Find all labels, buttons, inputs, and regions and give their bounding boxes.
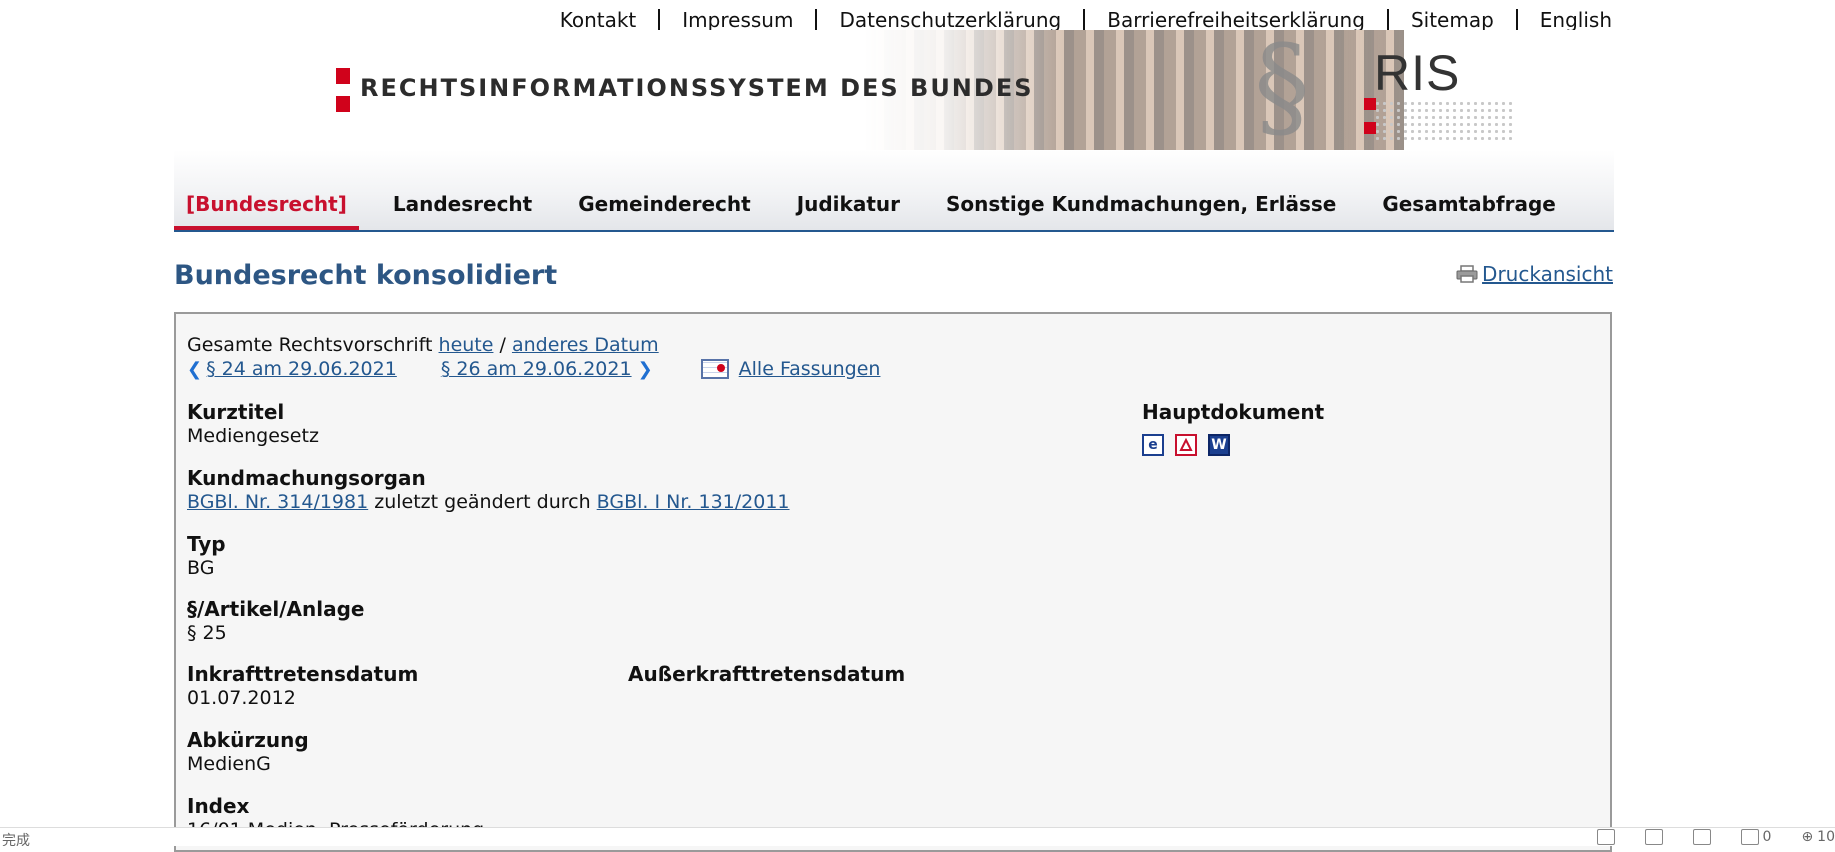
typ-value: BG bbox=[187, 557, 215, 579]
status-icons: 0 ⊕ 10 bbox=[1596, 829, 1835, 845]
kurztitel-label: Kurztitel bbox=[187, 400, 285, 424]
typ-label: Typ bbox=[187, 532, 226, 556]
counter-value: 0 bbox=[1762, 829, 1772, 845]
printer-icon bbox=[1456, 265, 1478, 283]
site-title: RECHTSINFORMATIONSSYSTEM DES BUNDES bbox=[360, 74, 1034, 102]
tab-judikatur[interactable]: Judikatur bbox=[785, 190, 912, 230]
top-links: Kontakt Impressum Datenschutzerklärung B… bbox=[538, 8, 1612, 32]
red-square-mark bbox=[336, 68, 350, 84]
gesamte-prefix: Gesamte Rechtsvorschrift bbox=[187, 334, 433, 356]
tab-gemeinderecht[interactable]: Gemeinderecht bbox=[566, 190, 762, 230]
heute-link[interactable]: heute bbox=[439, 334, 494, 356]
print-view-label[interactable]: Druckansicht bbox=[1482, 262, 1613, 286]
print-icon[interactable] bbox=[1692, 829, 1711, 845]
chevron-left-icon[interactable]: ❮ bbox=[187, 359, 202, 380]
ris-logo: RIS bbox=[1374, 45, 1461, 101]
browser-status-bar: 完成 0 ⊕ 10 bbox=[0, 827, 1835, 846]
top-link-english[interactable]: English bbox=[1518, 8, 1612, 32]
abkuerzung-field: Abkürzung MedienG bbox=[187, 728, 309, 776]
alle-fassungen[interactable]: Alle Fassungen bbox=[700, 358, 881, 380]
prev-paragraph-link[interactable]: § 24 am 29.06.2021 bbox=[206, 358, 397, 380]
bgbl-original-link[interactable]: BGBl. Nr. 314/1981 bbox=[187, 491, 368, 513]
red-square-mark bbox=[336, 96, 350, 112]
top-link-datenschutz[interactable]: Datenschutzerklärung bbox=[817, 8, 1083, 32]
main-nav: [Bundesrecht] Landesrecht Gemeinderecht … bbox=[174, 150, 1614, 232]
top-link-sitemap[interactable]: Sitemap bbox=[1389, 8, 1516, 32]
status-text: 完成 bbox=[2, 833, 30, 846]
speaker-icon[interactable] bbox=[1644, 829, 1663, 845]
next-paragraph-link[interactable]: § 26 am 29.06.2021 bbox=[441, 358, 632, 380]
pdf-document-icon[interactable] bbox=[1175, 434, 1197, 456]
html-document-icon[interactable]: e bbox=[1142, 434, 1164, 456]
abkuerzung-value: MedienG bbox=[187, 753, 271, 775]
banner-dot-pattern bbox=[1374, 100, 1514, 140]
inkraft-value: 01.07.2012 bbox=[187, 687, 296, 709]
gesamte-rechtsvorschrift-row: Gesamte Rechtsvorschrift heute / anderes… bbox=[187, 334, 880, 356]
tab-bundesrecht[interactable]: [Bundesrecht] bbox=[174, 190, 359, 230]
kundmachungsorgan-field: Kundmachungsorgan BGBl. Nr. 314/1981 zul… bbox=[187, 466, 790, 514]
artikel-label: §/Artikel/Anlage bbox=[187, 597, 365, 621]
anderes-datum-link[interactable]: anderes Datum bbox=[512, 334, 659, 356]
chevron-right-icon[interactable]: ❯ bbox=[638, 359, 653, 380]
print-view-link[interactable]: Druckansicht bbox=[1456, 262, 1613, 286]
site-banner[interactable]: RECHTSINFORMATIONSSYSTEM DES BUNDES § RI… bbox=[174, 22, 1614, 152]
paragraph-icon: § bbox=[1254, 22, 1310, 152]
top-link-kontakt[interactable]: Kontakt bbox=[538, 8, 659, 32]
versions-calendar-icon bbox=[700, 359, 729, 379]
page-title: Bundesrecht konsolidiert bbox=[174, 260, 558, 291]
top-link-barrierefreiheit[interactable]: Barrierefreiheitserklärung bbox=[1085, 8, 1387, 32]
alle-fassungen-link[interactable]: Alle Fassungen bbox=[739, 358, 881, 380]
hauptdokument-section: Hauptdokument e W bbox=[1142, 400, 1324, 456]
document-nav: Gesamte Rechtsvorschrift heute / anderes… bbox=[187, 334, 880, 380]
word-document-icon[interactable]: W bbox=[1208, 434, 1230, 456]
shield-icon bbox=[1740, 829, 1759, 845]
tab-gesamtabfrage[interactable]: Gesamtabfrage bbox=[1370, 190, 1568, 230]
check-icon[interactable] bbox=[1596, 829, 1615, 845]
inkraft-label: Inkrafttretensdatum bbox=[187, 662, 419, 686]
zoom-value: 10 bbox=[1817, 829, 1835, 845]
hauptdokument-label: Hauptdokument bbox=[1142, 400, 1325, 424]
kurztitel-field: Kurztitel Mediengesetz bbox=[187, 400, 319, 448]
counter[interactable]: 0 bbox=[1740, 829, 1772, 845]
tab-landesrecht[interactable]: Landesrecht bbox=[381, 190, 544, 230]
index-label: Index bbox=[187, 794, 250, 818]
document-panel: Gesamte Rechtsvorschrift heute / anderes… bbox=[174, 312, 1612, 852]
artikel-field: §/Artikel/Anlage § 25 bbox=[187, 597, 365, 645]
ausserkraft-label: Außerkrafttretensdatum bbox=[628, 662, 906, 686]
abkuerzung-label: Abkürzung bbox=[187, 728, 309, 752]
typ-field: Typ BG bbox=[187, 532, 226, 580]
top-link-impressum[interactable]: Impressum bbox=[660, 8, 815, 32]
geaendert-text: zuletzt geändert durch bbox=[374, 491, 591, 513]
bgbl-amendment-link[interactable]: BGBl. I Nr. 131/2011 bbox=[597, 491, 790, 513]
ausserkraft-field: Außerkrafttretensdatum bbox=[628, 662, 905, 686]
slash: / bbox=[499, 334, 506, 356]
zoom-control[interactable]: ⊕ 10 bbox=[1801, 829, 1835, 845]
artikel-value: § 25 bbox=[187, 622, 227, 644]
paragraph-nav-row: ❮ § 24 am 29.06.2021 § 26 am 29.06.2021 … bbox=[187, 358, 880, 380]
kundmachungsorgan-value: BGBl. Nr. 314/1981 zuletzt geändert durc… bbox=[187, 490, 790, 514]
inkraft-field: Inkrafttretensdatum 01.07.2012 bbox=[187, 662, 418, 710]
zoom-icon: ⊕ bbox=[1801, 829, 1814, 845]
kurztitel-value: Mediengesetz bbox=[187, 425, 319, 447]
kundmachungsorgan-label: Kundmachungsorgan bbox=[187, 466, 426, 490]
tab-sonstige-kundmachungen[interactable]: Sonstige Kundmachungen, Erlässe bbox=[934, 190, 1348, 230]
